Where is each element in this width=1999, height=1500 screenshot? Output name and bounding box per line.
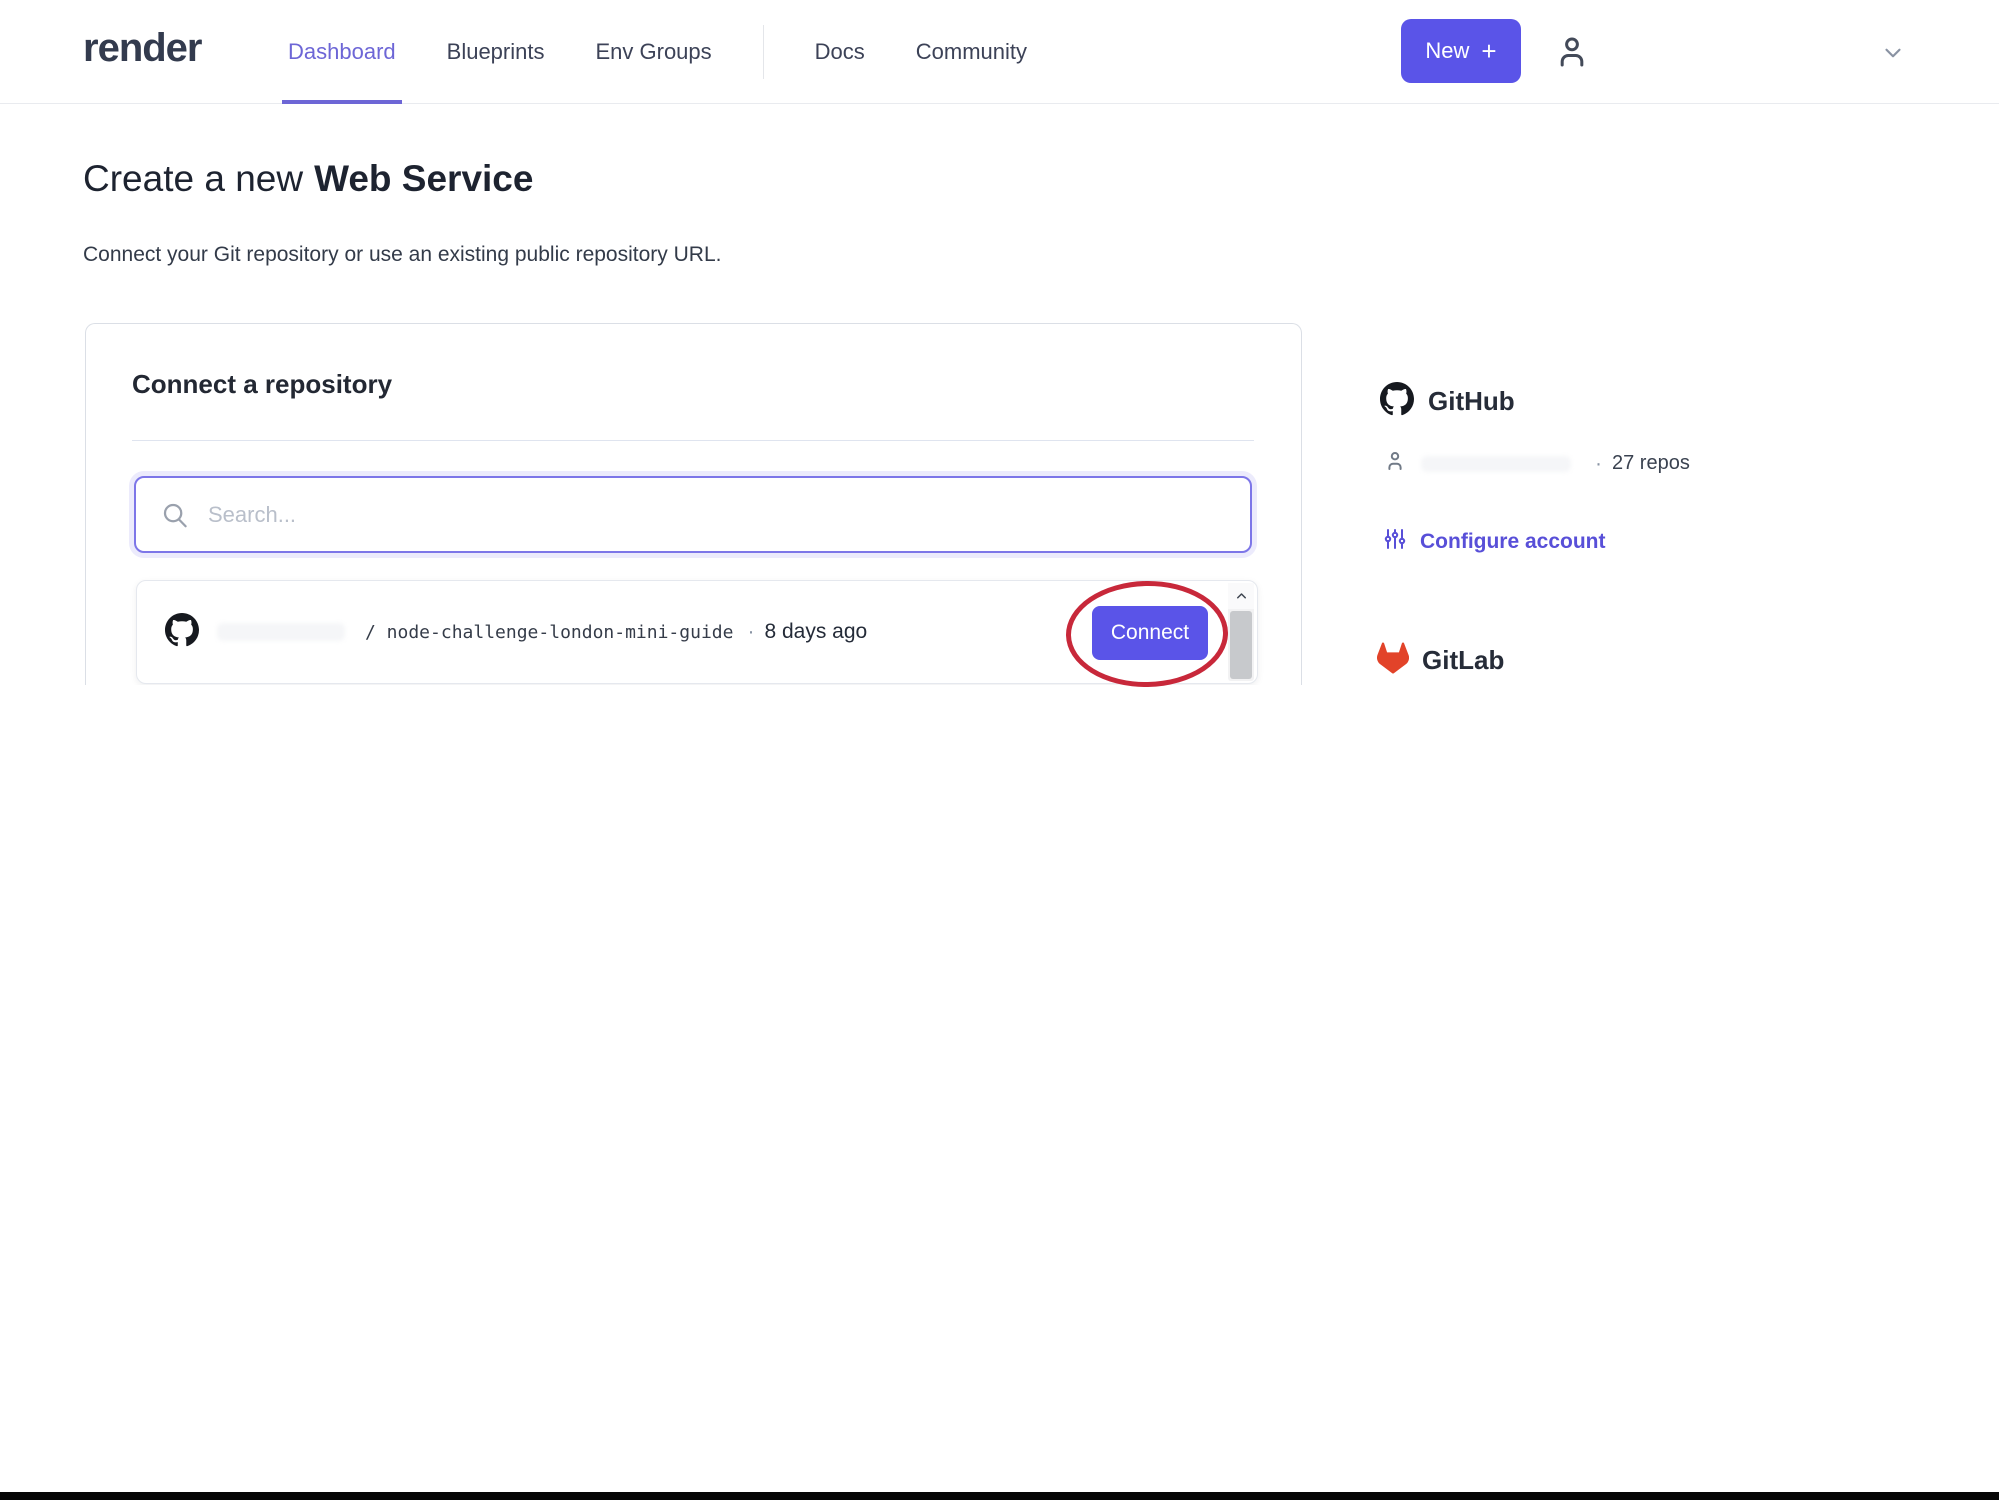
connect-repo-card: Connect a repository / node-challenge-lo… [85,323,1302,685]
nav-item-docs[interactable]: Docs [815,0,865,104]
user-avatar-icon[interactable] [1553,33,1591,71]
page-title: Create a new Web Service [83,158,533,200]
repos-count: 27 repos [1612,452,1690,474]
github-title: GitHub [1428,386,1515,416]
page-title-regular: Create a new [83,158,304,199]
card-divider [132,440,1254,441]
search-box [134,476,1252,553]
gitlab-logo-icon [1376,642,1410,679]
render-create-web-service-page: render Dashboard Blueprints Env Groups D… [0,0,1999,1500]
new-button[interactable]: New + [1401,19,1521,83]
nav-divider [762,25,764,79]
card-heading: Connect a repository [132,369,393,399]
github-account-row: · 27 repos [1383,449,1690,478]
search-input[interactable] [208,501,1226,528]
top-navbar: render Dashboard Blueprints Env Groups D… [0,0,1999,104]
chevron-down-icon[interactable] [1880,40,1906,66]
nav-item-community[interactable]: Community [916,0,1027,104]
connect-button[interactable]: Connect [1092,606,1208,660]
scrollbar-thumb[interactable] [1230,611,1252,679]
github-section-header: GitHub [1380,382,1515,421]
page-title-bold: Web Service [314,158,534,199]
nav-item-env-groups[interactable]: Env Groups [595,0,711,104]
configure-account-label: Configure account [1420,529,1606,553]
github-logo-icon [1380,382,1414,421]
primary-nav: Dashboard Blueprints Env Groups Docs Com… [282,0,1027,104]
repo-updated: 8 days ago [764,620,868,643]
configure-account-link[interactable]: Configure account [1383,527,1606,556]
repo-list: / node-challenge-london-mini-guide · 8 d… [136,580,1258,684]
bottom-bar [0,1492,1999,1500]
scroll-up-icon[interactable] [1228,583,1254,609]
dot-separator: · [1595,451,1602,475]
sliders-icon [1383,527,1407,556]
nav-item-dashboard[interactable]: Dashboard [282,0,402,104]
render-logo[interactable]: render [83,26,202,71]
github-icon [165,612,199,652]
gitlab-title: GitLab [1422,645,1505,675]
nav-item-blueprints[interactable]: Blueprints [447,0,545,104]
scrollbar[interactable] [1228,583,1254,681]
search-icon [163,503,187,527]
dot-separator: · [747,620,755,643]
repo-row: / node-challenge-london-mini-guide · 8 d… [137,581,1257,683]
gitlab-section-header: GitLab [1376,642,1505,679]
github-username-redacted [1421,455,1571,472]
plus-icon: + [1481,36,1497,66]
repo-owner-redacted [217,623,345,641]
new-button-label: New [1425,38,1470,63]
repo-path: / node-challenge-london-mini-guide [365,621,734,643]
page-subtitle: Connect your Git repository or use an ex… [83,243,722,266]
person-icon [1383,449,1407,478]
